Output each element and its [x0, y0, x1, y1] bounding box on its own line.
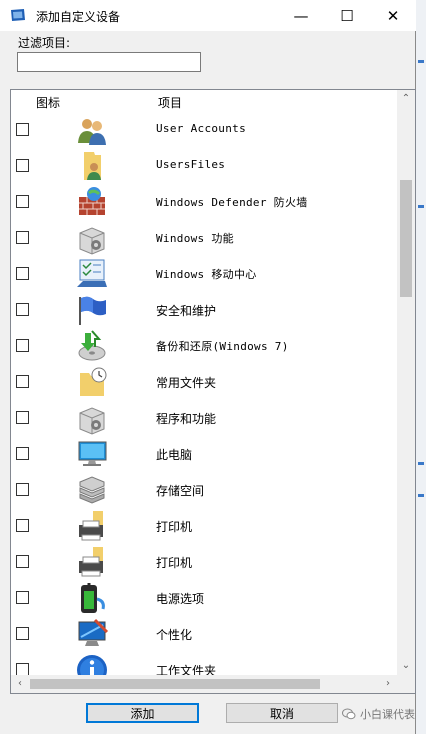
- row-checkbox[interactable]: [16, 447, 29, 460]
- power-options-icon: [81, 583, 105, 613]
- row-checkbox[interactable]: [16, 555, 29, 568]
- row-label: 安全和维护: [156, 304, 217, 318]
- list-rows: User Accounts UsersFiles Windows Defender …: [11, 112, 399, 688]
- personalization-icon: [78, 618, 109, 646]
- vertical-scroll-thumb[interactable]: [400, 180, 412, 297]
- recent-folder-icon: [80, 367, 107, 396]
- list-item[interactable]: 备份和还原(Windows 7): [11, 328, 399, 364]
- background-app-strip: [416, 0, 426, 734]
- column-header-icon[interactable]: 图标: [36, 94, 60, 111]
- row-checkbox[interactable]: [16, 519, 29, 532]
- watermark: 小白课代表: [342, 706, 415, 722]
- flag-icon: [79, 296, 106, 325]
- row-checkbox[interactable]: [16, 375, 29, 388]
- list-item[interactable]: 打印机: [11, 544, 399, 580]
- list-item[interactable]: 程序和功能: [11, 400, 399, 436]
- computer-icon: [78, 441, 107, 466]
- maximize-button[interactable]: ☐: [324, 0, 370, 31]
- list-item[interactable]: User Accounts: [11, 112, 399, 148]
- list-item[interactable]: 个性化: [11, 616, 399, 652]
- list-item[interactable]: 此电脑: [11, 436, 399, 472]
- row-label: 电源选项: [156, 592, 205, 606]
- row-checkbox[interactable]: [16, 339, 29, 352]
- window-title: 添加自定义设备: [36, 10, 121, 24]
- list-item[interactable]: Windows Defender 防火墙: [11, 184, 399, 220]
- cancel-button[interactable]: 取消: [226, 703, 338, 723]
- filter-input[interactable]: [17, 52, 201, 72]
- row-checkbox[interactable]: [16, 267, 29, 280]
- horizontal-scrollbar[interactable]: ‹ ›: [11, 675, 397, 693]
- list-header: 图标 项目: [11, 90, 399, 113]
- user-folder-icon: [84, 152, 101, 180]
- scroll-right-button[interactable]: ›: [379, 675, 397, 693]
- row-label: 此电脑: [156, 448, 193, 462]
- scrollbar-corner: [397, 675, 415, 693]
- row-label: 存储空间: [156, 484, 205, 498]
- list-item[interactable]: Windows 功能: [11, 220, 399, 256]
- backup-icon: [78, 330, 106, 361]
- device-list[interactable]: 图标 项目 User Accounts UsersFiles Windows Def…: [10, 89, 416, 694]
- background-mark: [418, 494, 424, 497]
- programs-box-icon: [79, 407, 105, 435]
- vertical-scrollbar[interactable]: ⌃ ⌄: [397, 90, 415, 675]
- row-label: 程序和功能: [156, 412, 217, 426]
- row-checkbox[interactable]: [16, 411, 29, 424]
- scroll-left-button[interactable]: ‹: [11, 675, 29, 693]
- row-label: Windows 移动中心: [156, 268, 257, 281]
- users-icon: [78, 119, 106, 145]
- printer-icon: [79, 511, 103, 541]
- add-custom-device-dialog: 添加自定义设备 — ☐ ✕ 过滤项目: 图标 项目 User Accounts U…: [0, 0, 416, 734]
- list-item[interactable]: 安全和维护: [11, 292, 399, 328]
- row-checkbox[interactable]: [16, 627, 29, 640]
- row-checkbox[interactable]: [16, 159, 29, 172]
- row-label: Windows Defender 防火墙: [156, 196, 308, 209]
- row-checkbox[interactable]: [16, 231, 29, 244]
- list-item[interactable]: 打印机: [11, 508, 399, 544]
- minimize-button[interactable]: —: [278, 0, 324, 31]
- background-mark: [418, 462, 424, 465]
- row-checkbox[interactable]: [16, 195, 29, 208]
- background-mark: [418, 60, 424, 63]
- filter-label: 过滤项目:: [18, 36, 71, 50]
- row-label: User Accounts: [156, 122, 246, 135]
- list-item[interactable]: Windows 移动中心: [11, 256, 399, 292]
- list-item[interactable]: 常用文件夹: [11, 364, 399, 400]
- add-button[interactable]: 添加: [86, 703, 199, 723]
- row-checkbox[interactable]: [16, 123, 29, 136]
- horizontal-scroll-thumb[interactable]: [30, 679, 320, 689]
- row-checkbox[interactable]: [16, 303, 29, 316]
- row-label: 备份和还原(Windows 7): [156, 340, 289, 353]
- window-icon: [11, 9, 25, 21]
- programs-box-icon: [79, 227, 105, 255]
- watermark-text: 小白课代表: [360, 708, 415, 721]
- list-item[interactable]: UsersFiles: [11, 148, 399, 184]
- row-label: 打印机: [156, 520, 193, 534]
- storage-icon: [79, 476, 105, 504]
- wechat-icon: [342, 708, 356, 720]
- row-label: 常用文件夹: [156, 376, 217, 390]
- mobility-center-icon: [77, 259, 107, 287]
- title-bar[interactable]: 添加自定义设备 — ☐ ✕: [0, 0, 416, 31]
- list-item[interactable]: 电源选项: [11, 580, 399, 616]
- scroll-down-button[interactable]: ⌄: [397, 657, 415, 675]
- list-item[interactable]: 存储空间: [11, 472, 399, 508]
- printer-icon: [79, 547, 103, 577]
- row-label: 打印机: [156, 556, 193, 570]
- row-checkbox[interactable]: [16, 483, 29, 496]
- row-checkbox[interactable]: [16, 591, 29, 604]
- close-button[interactable]: ✕: [370, 0, 416, 31]
- column-header-item[interactable]: 项目: [158, 94, 182, 111]
- firewall-icon: [79, 187, 105, 215]
- row-label: Windows 功能: [156, 232, 234, 245]
- row-label: UsersFiles: [156, 158, 226, 171]
- background-mark: [418, 205, 424, 208]
- row-label: 个性化: [156, 628, 193, 642]
- scroll-up-button[interactable]: ⌃: [397, 90, 415, 108]
